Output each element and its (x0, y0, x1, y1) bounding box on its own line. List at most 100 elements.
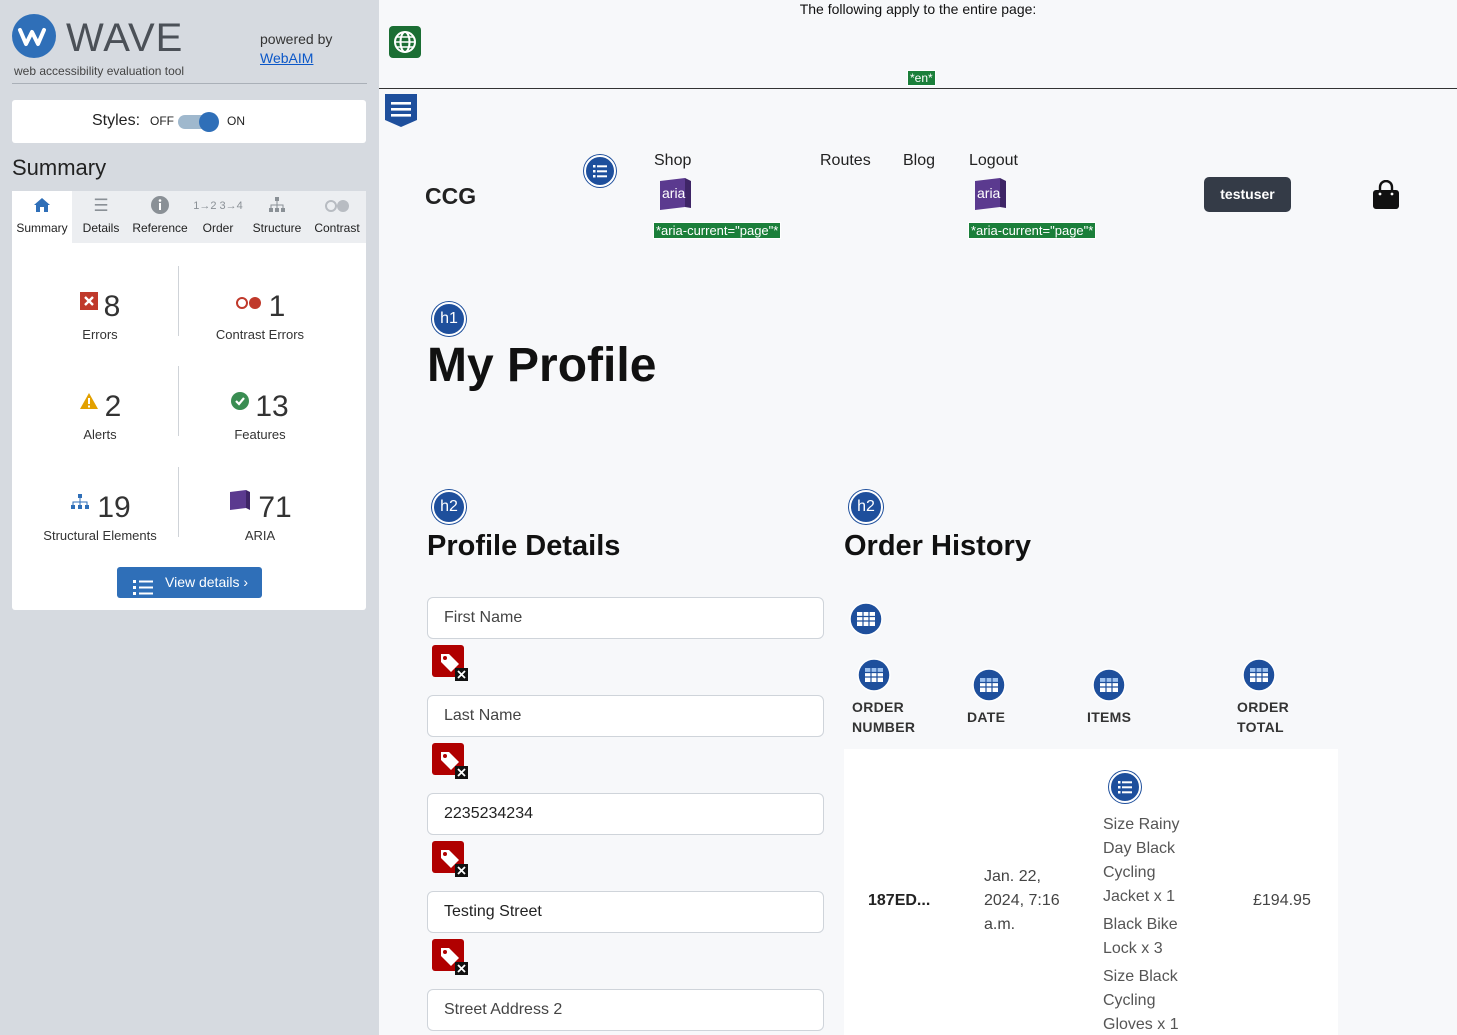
table-header-icon[interactable] (1092, 668, 1126, 702)
list-item: Black Bike Lock x 3 (1103, 916, 1178, 957)
structural-label: Structural Elements (43, 528, 157, 543)
styles-off-label: OFF (150, 114, 174, 128)
tab-label: Reference (132, 221, 188, 235)
street-address-field[interactable]: Testing Street (427, 891, 824, 933)
aria-current-tag: *aria-current="page"* (968, 222, 1097, 239)
lang-tag: *en* (907, 70, 936, 86)
evaluated-page: The following apply to the entire page: … (379, 0, 1457, 1035)
list-icon (133, 575, 153, 595)
last-name-field[interactable]: Last Name (427, 695, 824, 737)
features-count: 13 (255, 390, 289, 423)
view-details-button[interactable]: View details › (117, 567, 262, 598)
aria-label: aria (977, 185, 1001, 201)
shopping-bag-icon[interactable] (1372, 179, 1400, 210)
contrast-icon (308, 191, 366, 221)
table-header-icon[interactable] (1242, 658, 1276, 692)
missing-label-error-icon[interactable] (432, 743, 468, 779)
table-header-icon[interactable] (857, 658, 891, 692)
view-details-label: View details › (165, 574, 249, 590)
h1-icon[interactable]: h1 (432, 302, 466, 336)
brand-logo[interactable]: CCG (425, 183, 476, 210)
list-icon: ☰ (93, 196, 109, 215)
webaim-link[interactable]: WebAIM (260, 50, 313, 66)
aria-count: 71 (258, 491, 292, 524)
order-date-cell: Jan. 22, 2024, 7:16 a.m. (984, 868, 1060, 933)
errors-label: Errors (82, 327, 118, 342)
missing-label-error-icon[interactable] (432, 939, 468, 975)
stat-alerts[interactable]: 2 Alerts (20, 383, 180, 442)
missing-label-error-icon[interactable] (432, 841, 468, 877)
wave-logo-icon (12, 14, 56, 58)
order-number-cell[interactable]: 187ED... (868, 889, 930, 913)
navigation-icon[interactable] (383, 92, 419, 128)
column-header-date: DATE (967, 709, 1006, 725)
contrast-label: Contrast Errors (215, 327, 305, 342)
aria-icon[interactable]: aria (974, 178, 1007, 210)
tab-label: Contrast (314, 221, 360, 235)
tab-order[interactable]: 1→2 3→4 Order (190, 191, 246, 243)
table-icon[interactable] (849, 602, 883, 636)
tab-label: Structure (252, 221, 302, 235)
list-item: Size Rainy Day Black Cycling Jacket x 1 (1103, 816, 1180, 905)
wave-subtitle: web accessibility evaluation tool (14, 64, 185, 78)
wave-name: WAVE (66, 16, 184, 60)
list-icon[interactable] (584, 155, 616, 187)
tab-label: Details (82, 221, 120, 235)
tab-summary[interactable]: Summary (12, 191, 72, 243)
stat-errors[interactable]: 8 Errors (20, 283, 180, 342)
user-menu-button[interactable]: testuser (1204, 177, 1291, 212)
language-globe-icon[interactable] (389, 26, 421, 58)
info-icon (130, 191, 190, 221)
contrast-error-icon (235, 283, 263, 319)
h2-icon[interactable]: h2 (849, 490, 883, 524)
h2-icon[interactable]: h2 (432, 490, 466, 524)
divider (12, 83, 367, 84)
missing-label-error-icon[interactable] (432, 645, 468, 681)
summary-title: Summary (12, 155, 107, 180)
aria-icon[interactable]: aria (659, 178, 692, 210)
divider (178, 366, 179, 436)
features-label: Features (234, 427, 286, 442)
stat-aria[interactable]: 71 ARIA (180, 484, 340, 543)
styles-toggle-box: Styles: OFF ON (12, 100, 366, 143)
styles-label: Styles: (92, 112, 141, 129)
divider (379, 88, 1457, 89)
first-name-field[interactable]: First Name (427, 597, 824, 639)
column-header-order-total: ORDER TOTAL (1237, 699, 1290, 735)
tab-reference[interactable]: Reference (130, 191, 190, 243)
structure-icon (246, 191, 308, 221)
alert-icon (79, 383, 99, 419)
table-header-icon[interactable] (972, 668, 1006, 702)
stat-contrast-errors[interactable]: 1 Contrast Errors (180, 283, 340, 342)
styles-toggle-knob[interactable] (199, 112, 219, 132)
order-icon: 1→2 3→4 (193, 200, 243, 212)
tab-structure[interactable]: Structure (246, 191, 308, 243)
contrast-count: 1 (268, 290, 286, 323)
profile-heading: Profile Details (427, 530, 621, 562)
street-address-2-field[interactable]: Street Address 2 (427, 989, 824, 1031)
divider (178, 467, 179, 537)
wave-sidebar: WAVE web accessibility evaluation tool p… (0, 0, 379, 1035)
structure-icon (69, 484, 91, 520)
nav-routes-link[interactable]: Routes (820, 152, 871, 170)
stat-structural-elements[interactable]: 19 Structural Elements (20, 484, 180, 543)
tab-details[interactable]: ☰ Details (72, 191, 130, 243)
column-header-items: ITEMS (1087, 709, 1132, 725)
stat-features[interactable]: 13 Features (180, 383, 340, 442)
aria-label: aria (662, 185, 686, 201)
list-icon[interactable] (1109, 771, 1141, 803)
nav-logout-link[interactable]: Logout (969, 152, 1018, 170)
tab-contrast[interactable]: Contrast (308, 191, 366, 243)
aria-icon (228, 484, 252, 520)
nav-shop-link[interactable]: Shop (654, 152, 691, 170)
page-level-note: The following apply to the entire page: (799, 1, 1037, 17)
home-icon (12, 191, 72, 221)
phone-field[interactable]: 2235234234 (427, 793, 824, 835)
powered-by-label: powered by (260, 31, 333, 47)
nav-blog-link[interactable]: Blog (903, 152, 935, 170)
order-total-cell: £194.95 (1253, 892, 1311, 909)
page-title: My Profile (427, 339, 657, 392)
aria-current-tag: *aria-current="page"* (653, 222, 782, 239)
app-root: WAVE web accessibility evaluation tool p… (0, 0, 1457, 1035)
feature-icon (231, 383, 250, 419)
